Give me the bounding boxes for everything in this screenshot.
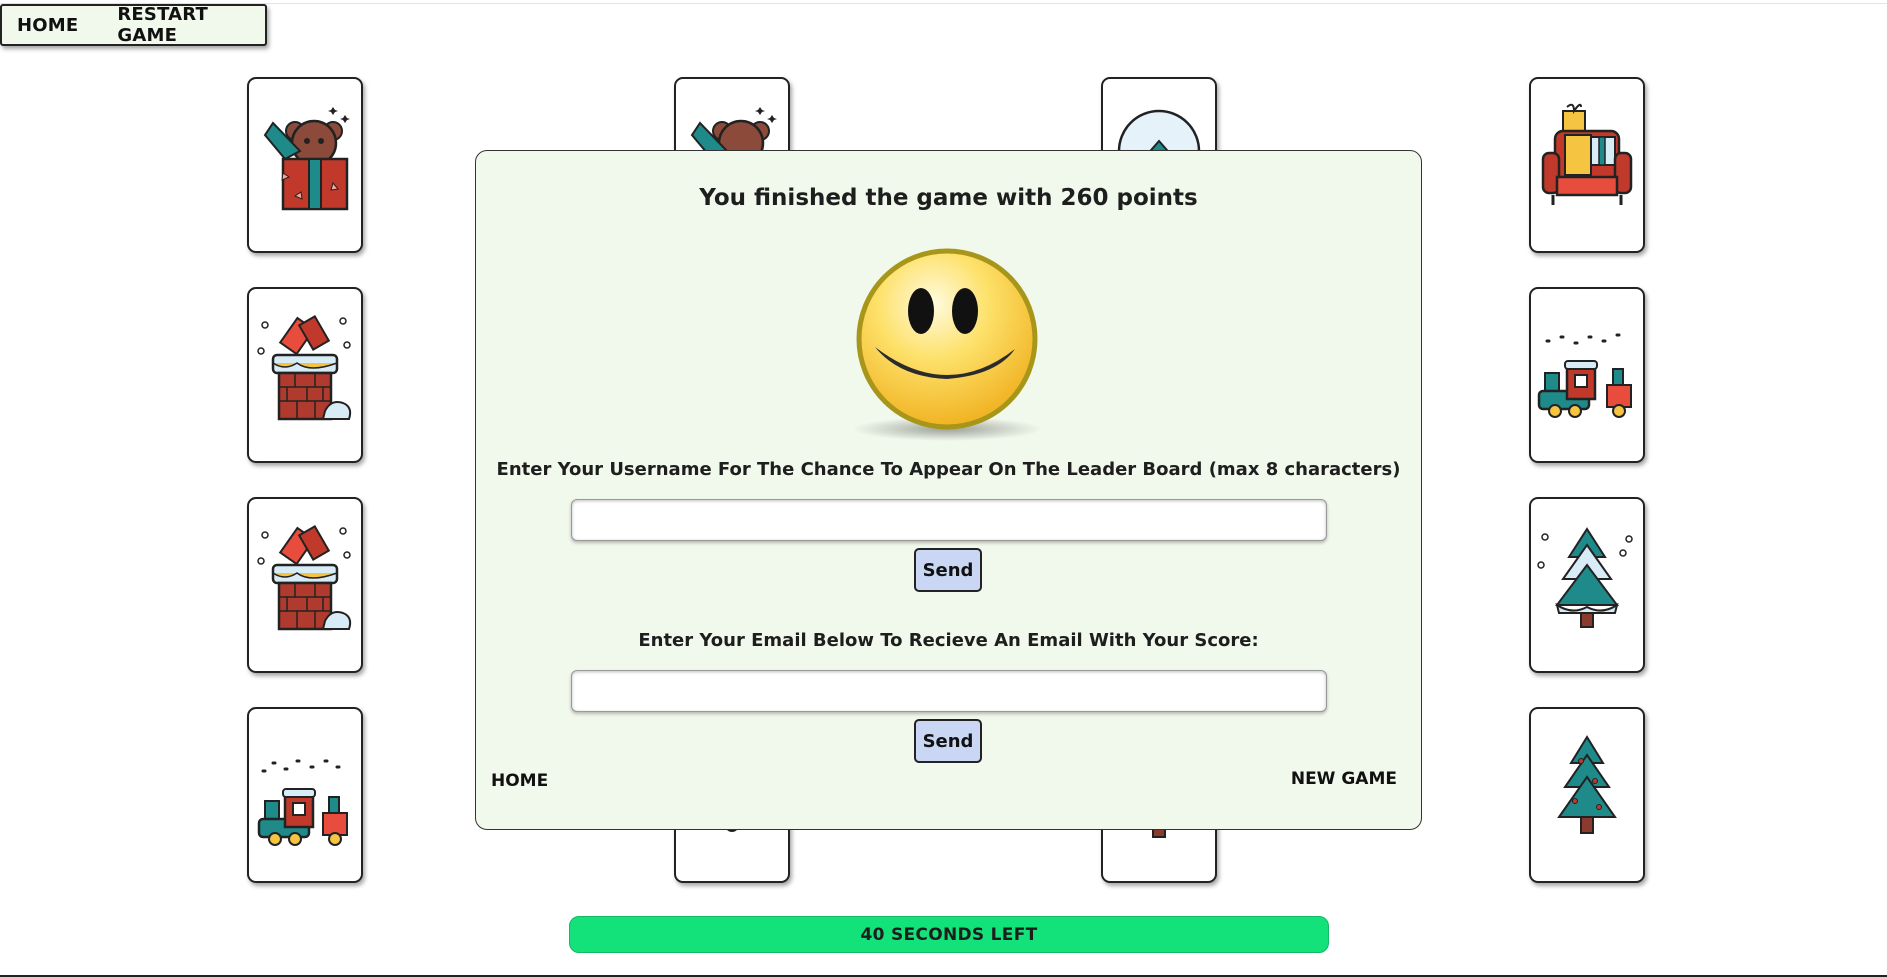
snowy-tree-icon: [1537, 527, 1633, 628]
email-input[interactable]: [571, 670, 1327, 712]
send-username-button[interactable]: Send: [914, 548, 982, 592]
memory-card[interactable]: [247, 287, 363, 463]
nav-restart-game-link[interactable]: RESTART GAME: [117, 4, 265, 46]
memory-card[interactable]: [1529, 707, 1645, 883]
smiley-face-icon: [852, 248, 1042, 441]
chimney-gift-icon: [257, 525, 352, 631]
username-prompt: Enter Your Username For The Chance To Ap…: [496, 459, 1401, 480]
username-input[interactable]: [571, 499, 1327, 541]
toy-train-icon: [257, 759, 348, 846]
modal-title: You finished the game with 260 points: [699, 185, 1198, 211]
chimney-gift-icon: [257, 315, 352, 421]
memory-card[interactable]: [247, 77, 363, 253]
toy-train-icon: [1537, 333, 1632, 418]
top-border: [0, 3, 1887, 4]
teddy-bear-gift-icon: [263, 107, 350, 211]
memory-card[interactable]: [1529, 77, 1645, 253]
armchair-gifts-icon: [1541, 103, 1633, 205]
memory-card[interactable]: [247, 707, 363, 883]
memory-card[interactable]: [1529, 287, 1645, 463]
modal-home-link[interactable]: HOME: [491, 771, 548, 791]
game-over-modal: You finished the game with 260 points En…: [475, 150, 1422, 830]
memory-card[interactable]: [247, 497, 363, 673]
nav-home-link[interactable]: HOME: [17, 15, 78, 36]
memory-card[interactable]: [1529, 497, 1645, 673]
christmas-tree-icon: [1557, 735, 1617, 834]
top-nav-bar: HOME RESTART GAME: [0, 4, 267, 46]
send-email-button[interactable]: Send: [914, 719, 982, 763]
time-remaining-label: 40 SECONDS LEFT: [860, 924, 1038, 945]
new-game-link[interactable]: NEW GAME: [1291, 769, 1397, 789]
email-prompt: Enter Your Email Below To Recieve An Ema…: [638, 630, 1259, 651]
time-remaining-bar: 40 SECONDS LEFT: [569, 916, 1329, 953]
